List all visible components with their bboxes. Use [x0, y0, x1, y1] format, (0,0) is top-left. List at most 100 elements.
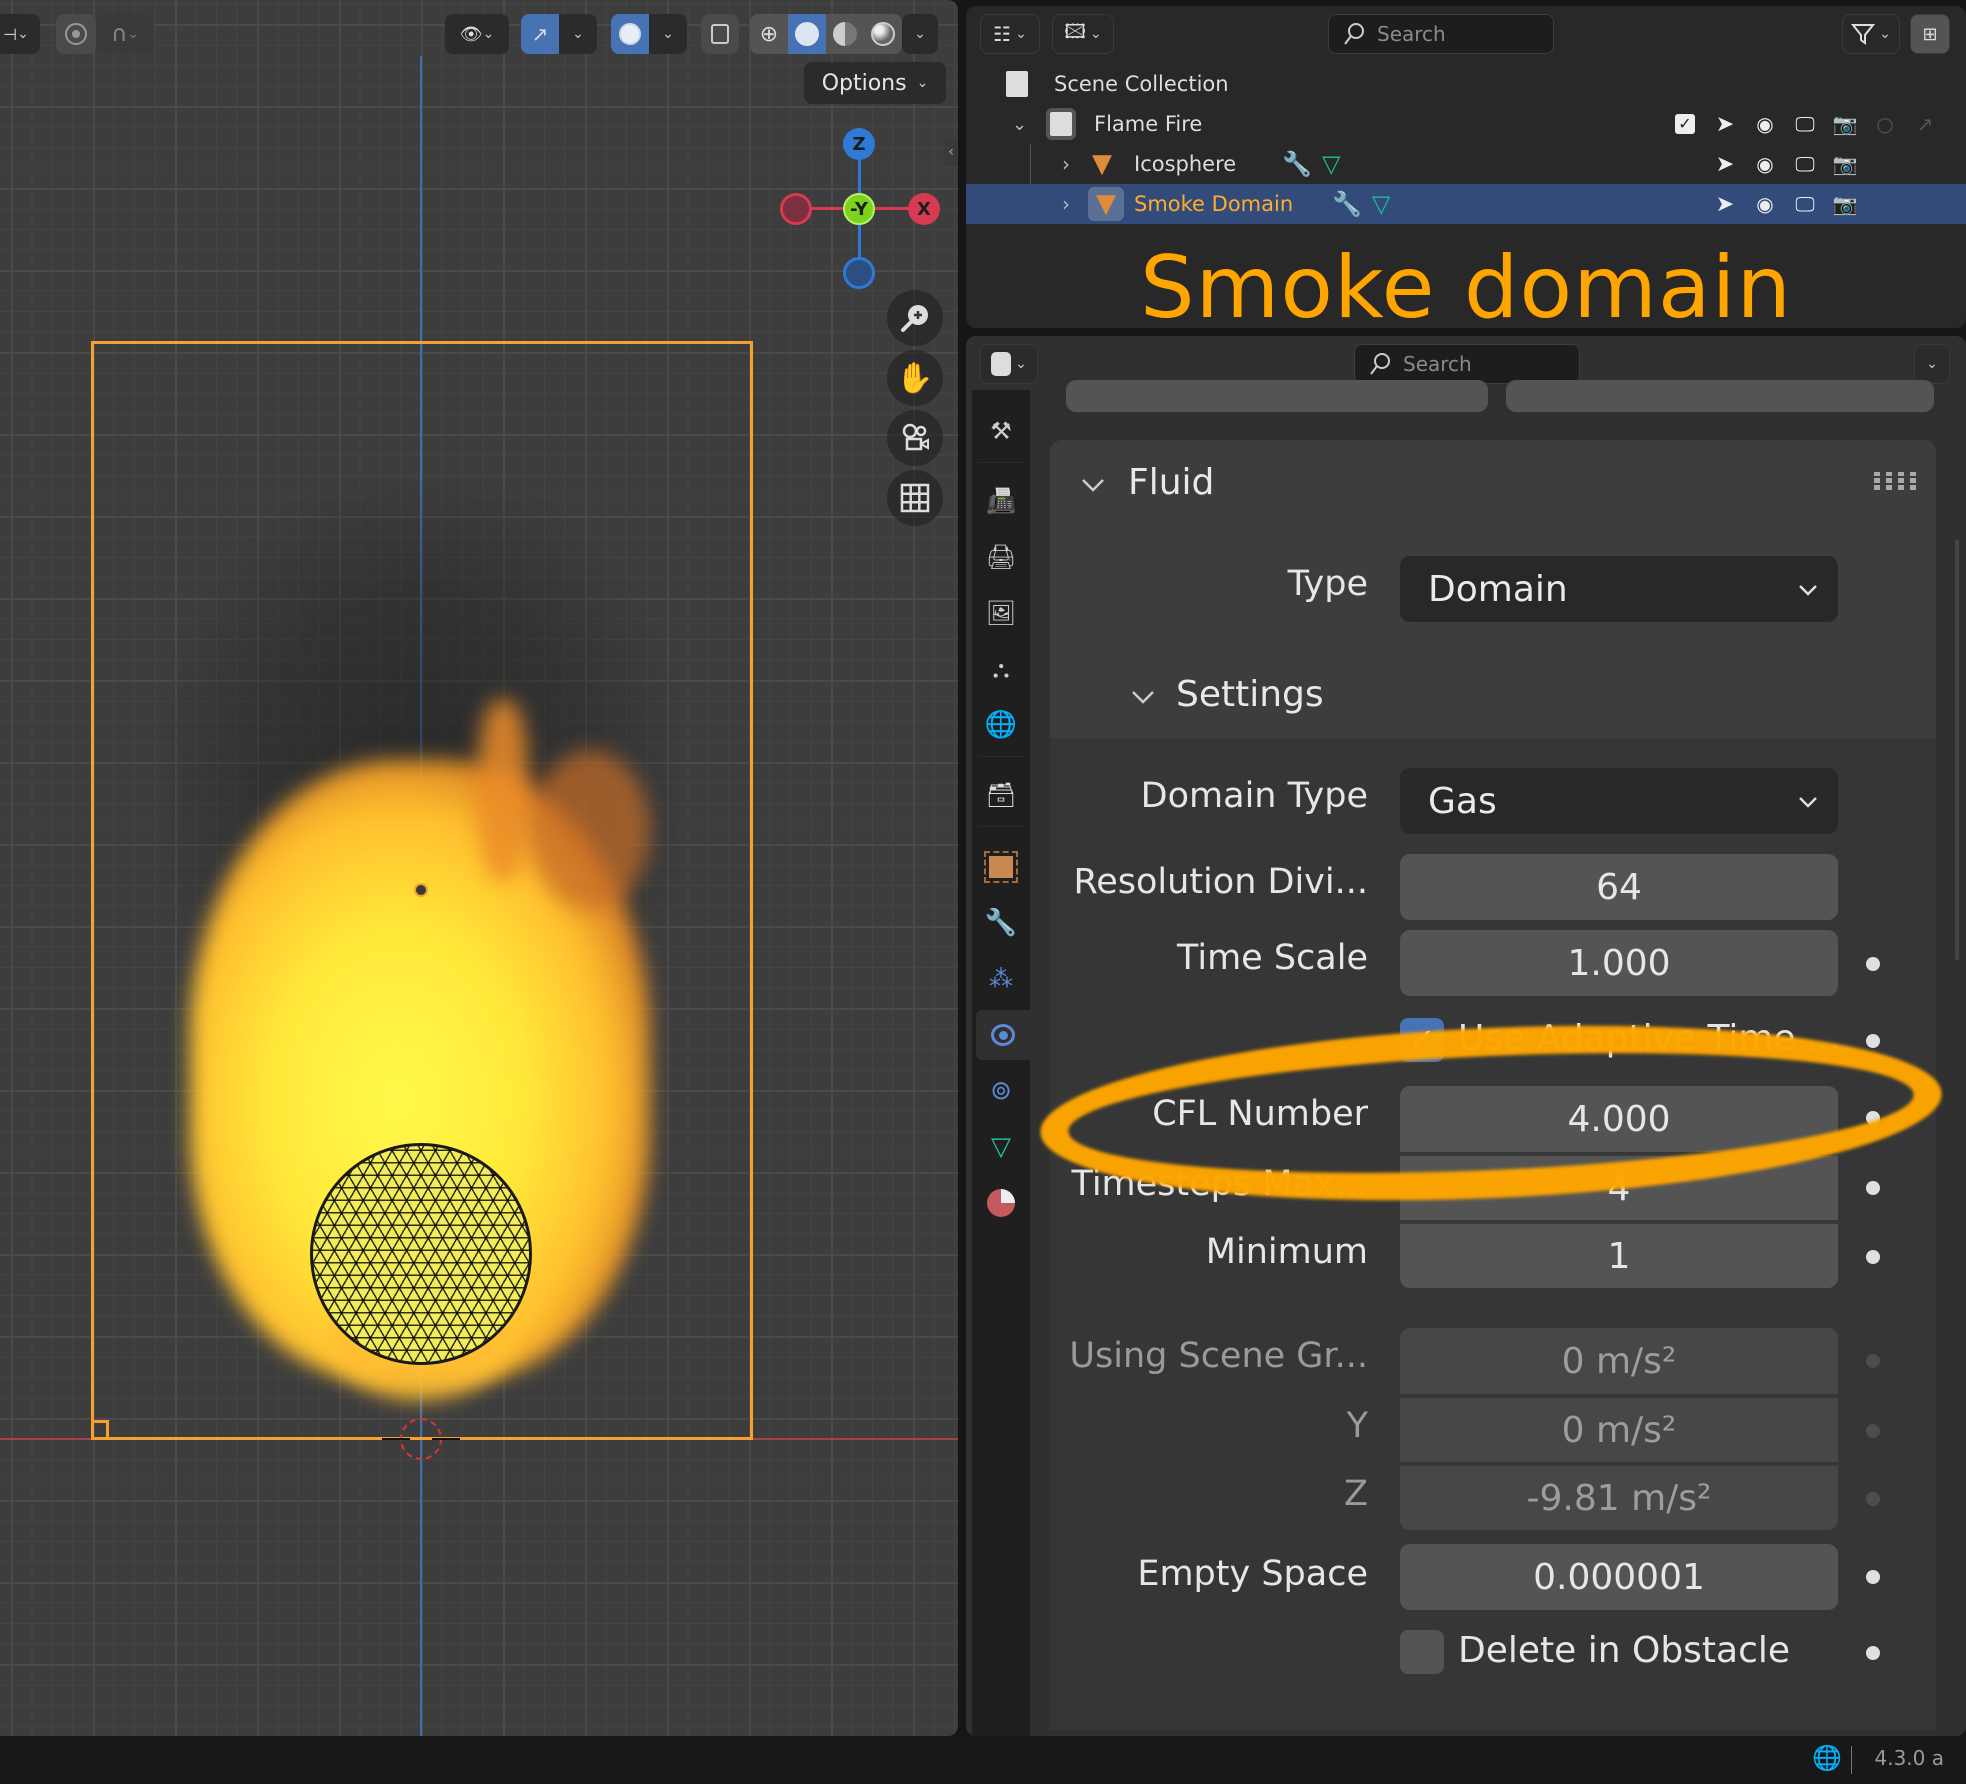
- 3d-viewport[interactable]: ⊣ ⌄ ∩ ⌄ 👁 ⌄ ↗ ⌄ ⌄ ⊕ ⌄ Options ⌄ ‹ Z -Y X…: [0, 0, 958, 1736]
- shading-rendered-button[interactable]: [864, 14, 902, 54]
- new-collection-button[interactable]: ⊞: [1910, 14, 1950, 54]
- gizmo-neg-y-axis[interactable]: -Y: [843, 193, 875, 225]
- mesh-data-icon[interactable]: ▽: [1322, 150, 1340, 178]
- modifier-wrench-icon[interactable]: 🔧: [1332, 190, 1362, 218]
- options-label: Options: [821, 70, 907, 96]
- render-camera-icon[interactable]: 📷: [1832, 111, 1858, 137]
- zoom-button[interactable]: [887, 290, 943, 346]
- tab-world[interactable]: 🌐: [982, 706, 1020, 744]
- delete-in-obstacle-label: Delete in Obstacle: [1458, 1630, 1791, 1671]
- domain-corner-marker: [91, 1420, 109, 1440]
- ortho-toggle-button[interactable]: [887, 470, 943, 526]
- gravity-z-field[interactable]: -9.81 m/s²: [1400, 1464, 1838, 1530]
- outliner-row-flame-fire[interactable]: ⌄ Flame Fire ✓ ➤ ◉ 🖵 📷 ○ ↗: [966, 104, 1966, 144]
- gizmo-neg-z-axis[interactable]: [843, 257, 875, 289]
- indirect-only-icon[interactable]: ↗: [1912, 111, 1938, 137]
- render-camera-icon[interactable]: 📷: [1832, 151, 1858, 177]
- gizmo-dropdown[interactable]: ⌄: [559, 14, 597, 54]
- sidebar-toggle-icon[interactable]: ‹: [944, 138, 958, 166]
- version-label: 4.3.0 a: [1874, 1746, 1944, 1770]
- tab-modifiers[interactable]: 🔧: [982, 904, 1020, 942]
- visibility-eye-icon[interactable]: ◉: [1752, 151, 1778, 177]
- outliner-row-icosphere[interactable]: › ▼ Icosphere 🔧 ▽ ➤ ◉ 🖵 📷: [966, 144, 1966, 224]
- resolution-divisions-field[interactable]: 64: [1400, 854, 1838, 920]
- holdout-icon[interactable]: ○: [1872, 111, 1898, 137]
- expand-chevron-icon: ⌄: [1012, 113, 1028, 135]
- camera-view-button[interactable]: [887, 410, 943, 466]
- tab-scene[interactable]: ⛬: [982, 650, 1020, 688]
- tab-render[interactable]: 📠: [982, 482, 1020, 520]
- exclude-checkbox[interactable]: ✓: [1672, 111, 1698, 137]
- timesteps-min-field[interactable]: 1: [1400, 1222, 1838, 1288]
- proportional-falloff-button[interactable]: ∩ ⌄: [96, 14, 154, 54]
- filter-button[interactable]: ⌄: [1842, 14, 1900, 54]
- chevron-down-icon: ⌄: [914, 26, 926, 42]
- mesh-object-icon: ▼: [1088, 187, 1124, 221]
- viewport-monitor-icon[interactable]: 🖵: [1792, 111, 1818, 137]
- editor-type-button[interactable]: ⊣ ⌄: [0, 14, 40, 54]
- shading-wireframe-button[interactable]: ⊕: [750, 14, 788, 54]
- mesh-object-icon: ▼: [1092, 149, 1112, 179]
- selectable-arrow-icon[interactable]: ➤: [1712, 191, 1738, 217]
- cfl-number-field[interactable]: 4.000: [1400, 1086, 1838, 1152]
- timesteps-max-field[interactable]: 4: [1400, 1154, 1838, 1220]
- options-dropdown-button[interactable]: ⌄: [1914, 344, 1950, 384]
- domain-type-label: Domain Type: [1140, 776, 1368, 816]
- visibility-eye-icon[interactable]: ◉: [1752, 111, 1778, 137]
- selectable-arrow-icon[interactable]: ➤: [1712, 151, 1738, 177]
- visibility-eye-icon[interactable]: ◉: [1752, 191, 1778, 217]
- fluid-type-dropdown[interactable]: Domain: [1400, 556, 1838, 622]
- keyframe-dot-icon[interactable]: [1866, 1570, 1880, 1584]
- options-dropdown[interactable]: Options ⌄: [804, 62, 946, 104]
- domain-type-dropdown[interactable]: Gas: [1400, 768, 1838, 834]
- editor-type-button[interactable]: ⌄: [980, 344, 1038, 384]
- modifier-wrench-icon[interactable]: 🔧: [1282, 150, 1312, 178]
- partial-button-left[interactable]: [1066, 380, 1488, 412]
- tab-physics[interactable]: [976, 1010, 1030, 1060]
- overlay-toggle[interactable]: [611, 14, 649, 54]
- time-scale-label: Time Scale: [1177, 938, 1368, 978]
- keyframe-dot-icon[interactable]: [1866, 1181, 1880, 1195]
- xray-toggle[interactable]: [701, 14, 739, 54]
- object-origin[interactable]: [414, 883, 428, 897]
- delete-in-obstacle-checkbox[interactable]: [1400, 1630, 1444, 1674]
- mesh-data-icon[interactable]: ▽: [1372, 190, 1390, 218]
- gizmo-toggle[interactable]: ↗: [521, 14, 559, 54]
- outliner-search-input[interactable]: Search: [1328, 14, 1554, 54]
- time-scale-field[interactable]: 1.000: [1400, 930, 1838, 996]
- keyframe-dot-icon[interactable]: [1866, 1646, 1880, 1660]
- shading-dropdown[interactable]: ⌄: [902, 14, 938, 54]
- properties-search-input[interactable]: Search: [1354, 344, 1580, 384]
- outliner-scene-collection[interactable]: Scene Collection: [966, 64, 1966, 104]
- keyframe-dot-icon[interactable]: [1866, 1250, 1880, 1264]
- use-adaptive-time-checkbox[interactable]: ✓: [1400, 1018, 1444, 1062]
- proportional-edit-toggle[interactable]: [56, 14, 96, 54]
- panel-drag-grip-icon[interactable]: [1874, 472, 1918, 490]
- filter-view-button[interactable]: 🖾 ⌄: [1052, 14, 1114, 54]
- world-globe-icon: 🌐: [984, 710, 1018, 740]
- keyframe-dot-icon[interactable]: [1866, 1111, 1880, 1125]
- gizmo-z-axis[interactable]: Z: [843, 128, 875, 160]
- outliner-row-smoke-domain[interactable]: › ▼ Smoke Domain 🔧 ▽ ➤ ◉ 🖵 📷: [966, 184, 1966, 224]
- viewport-monitor-icon[interactable]: 🖵: [1792, 151, 1818, 177]
- empty-space-field[interactable]: 0.000001: [1400, 1544, 1838, 1610]
- keyframe-dot-icon[interactable]: [1866, 957, 1880, 971]
- pan-button[interactable]: ✋: [887, 350, 943, 406]
- viewport-monitor-icon[interactable]: 🖵: [1792, 191, 1818, 217]
- properties-scrollbar[interactable]: [1955, 540, 1959, 960]
- gravity-x-field[interactable]: 0 m/s²: [1400, 1328, 1838, 1394]
- zoom-icon: [901, 305, 928, 332]
- gizmo-x-axis[interactable]: X: [908, 193, 940, 225]
- partial-button-right[interactable]: [1506, 380, 1934, 412]
- keyframe-dot-icon[interactable]: [1866, 1034, 1880, 1048]
- selectable-arrow-icon[interactable]: ➤: [1712, 111, 1738, 137]
- shading-solid-button[interactable]: [788, 14, 826, 54]
- display-mode-button[interactable]: ☷ ⌄: [980, 14, 1040, 54]
- tab-tool[interactable]: ⚒: [982, 412, 1020, 450]
- gizmo-neg-x-axis[interactable]: [780, 193, 812, 225]
- shading-material-button[interactable]: [826, 14, 864, 54]
- render-camera-icon[interactable]: 📷: [1832, 191, 1858, 217]
- selectability-button[interactable]: 👁 ⌄: [445, 14, 509, 54]
- overlay-dropdown[interactable]: ⌄: [649, 14, 687, 54]
- gravity-y-field[interactable]: 0 m/s²: [1400, 1396, 1838, 1462]
